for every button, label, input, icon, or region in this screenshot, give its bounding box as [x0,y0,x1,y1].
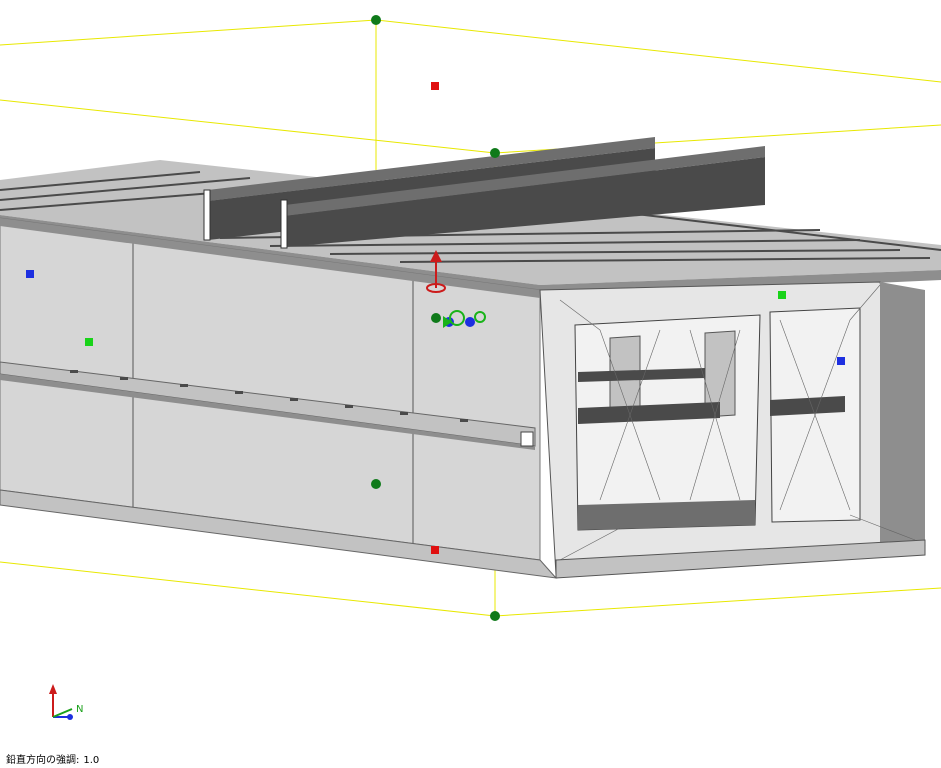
handle-top-face[interactable] [431,82,439,90]
axis-north-label: N [76,704,83,715]
handle-side-center[interactable] [371,479,381,489]
box-girder-end-section [539,281,926,579]
handle-top-center[interactable] [371,15,381,25]
handle-far-face[interactable] [778,291,786,299]
handle-top-front[interactable] [490,148,500,158]
3d-viewport[interactable]: N [0,0,941,768]
vertical-exaggeration-label: 鉛直方向の強調: [6,755,80,766]
handle-right-face[interactable] [837,357,845,365]
vertical-exaggeration-value: 1.0 [83,755,100,766]
handle-left-face[interactable] [26,270,34,278]
handle-bottom-front[interactable] [490,611,500,621]
handle-near-face[interactable] [85,338,93,346]
status-bar: 鉛直方向の強調: 1.0 [6,751,103,766]
axis-triad-icon [49,684,73,720]
flange-end-marker [520,431,534,447]
handle-bottom-face[interactable] [431,546,439,554]
